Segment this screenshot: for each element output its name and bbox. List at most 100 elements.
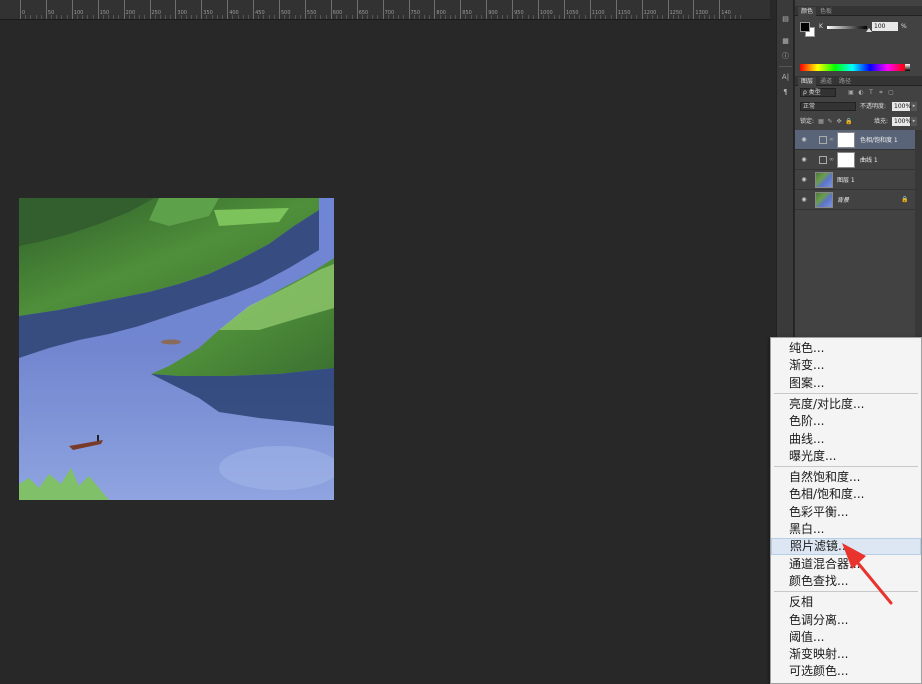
ruler-major-tick [408,0,410,19]
filter-smart-icon[interactable]: ▢ [888,90,894,96]
tab-channels[interactable]: 通道 [817,77,835,86]
layer-mask-thumbnail[interactable] [837,132,855,148]
filter-shape-icon[interactable]: ⌗ [878,90,884,96]
visibility-eye-icon[interactable]: ◉ [800,176,808,183]
menu-item[interactable]: 阈值... [771,629,921,646]
menu-item[interactable]: 照片滤镜... [771,538,921,556]
ruler-minor-tick [631,15,633,19]
k-channel-slider[interactable] [827,26,867,29]
visibility-eye-icon[interactable]: ◉ [800,156,808,163]
menu-item[interactable]: 纯色... [771,340,921,357]
menu-item[interactable]: 自然饱和度... [771,469,921,486]
ruler-label: 1300 [695,10,709,16]
visibility-eye-icon[interactable]: ◉ [800,196,808,203]
ruler-minor-tick [455,15,457,19]
document-image[interactable] [19,198,334,500]
ruler-minor-tick [289,15,291,19]
character-icon[interactable]: A| [780,72,791,82]
ruler-major-tick [71,0,73,19]
mask-link-icon[interactable]: ∞ [829,156,834,163]
color-spectrum-bar[interactable] [800,64,905,71]
ruler-minor-tick [30,15,32,19]
lock-pixels-icon[interactable]: ✎ [827,119,833,125]
ruler-minor-tick [465,15,467,19]
fill-label: 填充: [874,118,889,125]
ruler-minor-tick [605,15,607,19]
tab-color[interactable]: 颜色 [798,7,817,16]
menu-item[interactable]: 曲线... [771,431,921,448]
layer-row-layer1[interactable]: ◉ 图层 1 [795,170,915,190]
menu-item[interactable]: 色相/饱和度... [771,486,921,503]
menu-item[interactable]: 渐变映射... [771,646,921,663]
mask-link-icon[interactable]: ∞ [829,136,834,143]
ruler-minor-tick [211,15,213,19]
filter-adjust-icon[interactable]: ◐ [858,90,864,96]
menu-item[interactable]: 反相 [771,594,921,611]
ruler-major-tick [667,0,669,19]
ruler-minor-tick [543,15,545,19]
ruler-minor-tick [232,15,234,19]
layer-thumbnail[interactable] [815,172,833,188]
paragraph-icon[interactable]: ¶ [780,87,791,97]
ruler-minor-tick [594,15,596,19]
menu-item[interactable]: 色彩平衡... [771,504,921,521]
opacity-arrow-icon[interactable]: ▸ [911,102,917,111]
menu-item[interactable]: 图案... [771,375,921,392]
fill-value[interactable]: 100% [892,117,911,126]
menu-item[interactable]: 可选颜色... [771,663,921,680]
opacity-value[interactable]: 100% [892,102,911,111]
menu-item[interactable]: 颜色查找... [771,573,921,590]
ruler-minor-tick [413,15,415,19]
menu-separator [774,392,918,394]
lock-transparent-icon[interactable]: ▦ [818,119,824,125]
filter-type-icon[interactable]: T [868,90,874,96]
layer-thumbnail[interactable] [815,192,833,208]
tab-swatches[interactable]: 色板 [817,7,835,16]
swatches-icon[interactable]: ▦ [780,36,791,46]
tab-paths[interactable]: 路径 [836,77,854,86]
blend-mode-dropdown[interactable]: 正常 [800,102,856,111]
ruler-minor-tick [610,15,612,19]
ruler-major-tick [693,0,695,19]
filter-pixel-icon[interactable]: ▣ [848,90,854,96]
grayscale-ramp[interactable] [905,64,910,71]
ruler-major-tick [563,0,565,19]
ruler-minor-tick [180,15,182,19]
foreground-color-swatch[interactable] [800,22,810,32]
layer-name[interactable]: 图层 1 [837,175,855,184]
layer-row-hue-saturation[interactable]: ◉ ∞ 色相/饱和度 1 [795,130,915,150]
menu-item[interactable]: 曝光度... [771,448,921,465]
layer-name[interactable]: 色相/饱和度 1 [860,135,898,144]
ruler-minor-tick [439,15,441,19]
visibility-eye-icon[interactable]: ◉ [800,136,808,143]
lock-icon: 🔒 [901,196,909,203]
k-channel-value[interactable]: 100 [872,22,898,31]
lock-all-icon[interactable]: 🔒 [845,119,852,125]
ruler-minor-tick [325,15,327,19]
layer-name[interactable]: 背景 [837,195,849,204]
menu-item[interactable]: 色调分离... [771,612,921,629]
history-icon[interactable]: ▤ [780,14,791,24]
info-icon[interactable]: ⓘ [780,51,791,61]
ruler-major-tick [460,0,462,19]
layer-mask-thumbnail[interactable] [837,152,855,168]
fill-arrow-icon[interactable]: ▸ [911,117,917,126]
menu-separator [774,466,918,468]
menu-item[interactable]: 色阶... [771,413,921,430]
layer-row-background[interactable]: ◉ 背景 🔒 [795,190,915,210]
menu-item[interactable]: 通道混合器... [771,556,921,573]
menu-item[interactable]: 黑白... [771,521,921,538]
lock-position-icon[interactable]: ✥ [836,119,842,125]
ruler-major-tick [512,0,514,19]
ruler-minor-tick [714,15,716,19]
layer-name[interactable]: 曲线 1 [860,155,878,164]
menu-item[interactable]: 亮度/对比度... [771,396,921,413]
ruler-major-tick [45,0,47,19]
tab-layers[interactable]: 图层 [798,77,817,86]
menu-item[interactable]: 渐变... [771,357,921,374]
layer-row-curves[interactable]: ◉ ∞ 曲线 1 [795,150,915,170]
ruler-minor-tick [299,15,301,19]
ruler-minor-tick [273,15,275,19]
ruler-minor-tick [724,15,726,19]
layer-filter-dropdown[interactable]: ρ 类型 [800,88,836,97]
